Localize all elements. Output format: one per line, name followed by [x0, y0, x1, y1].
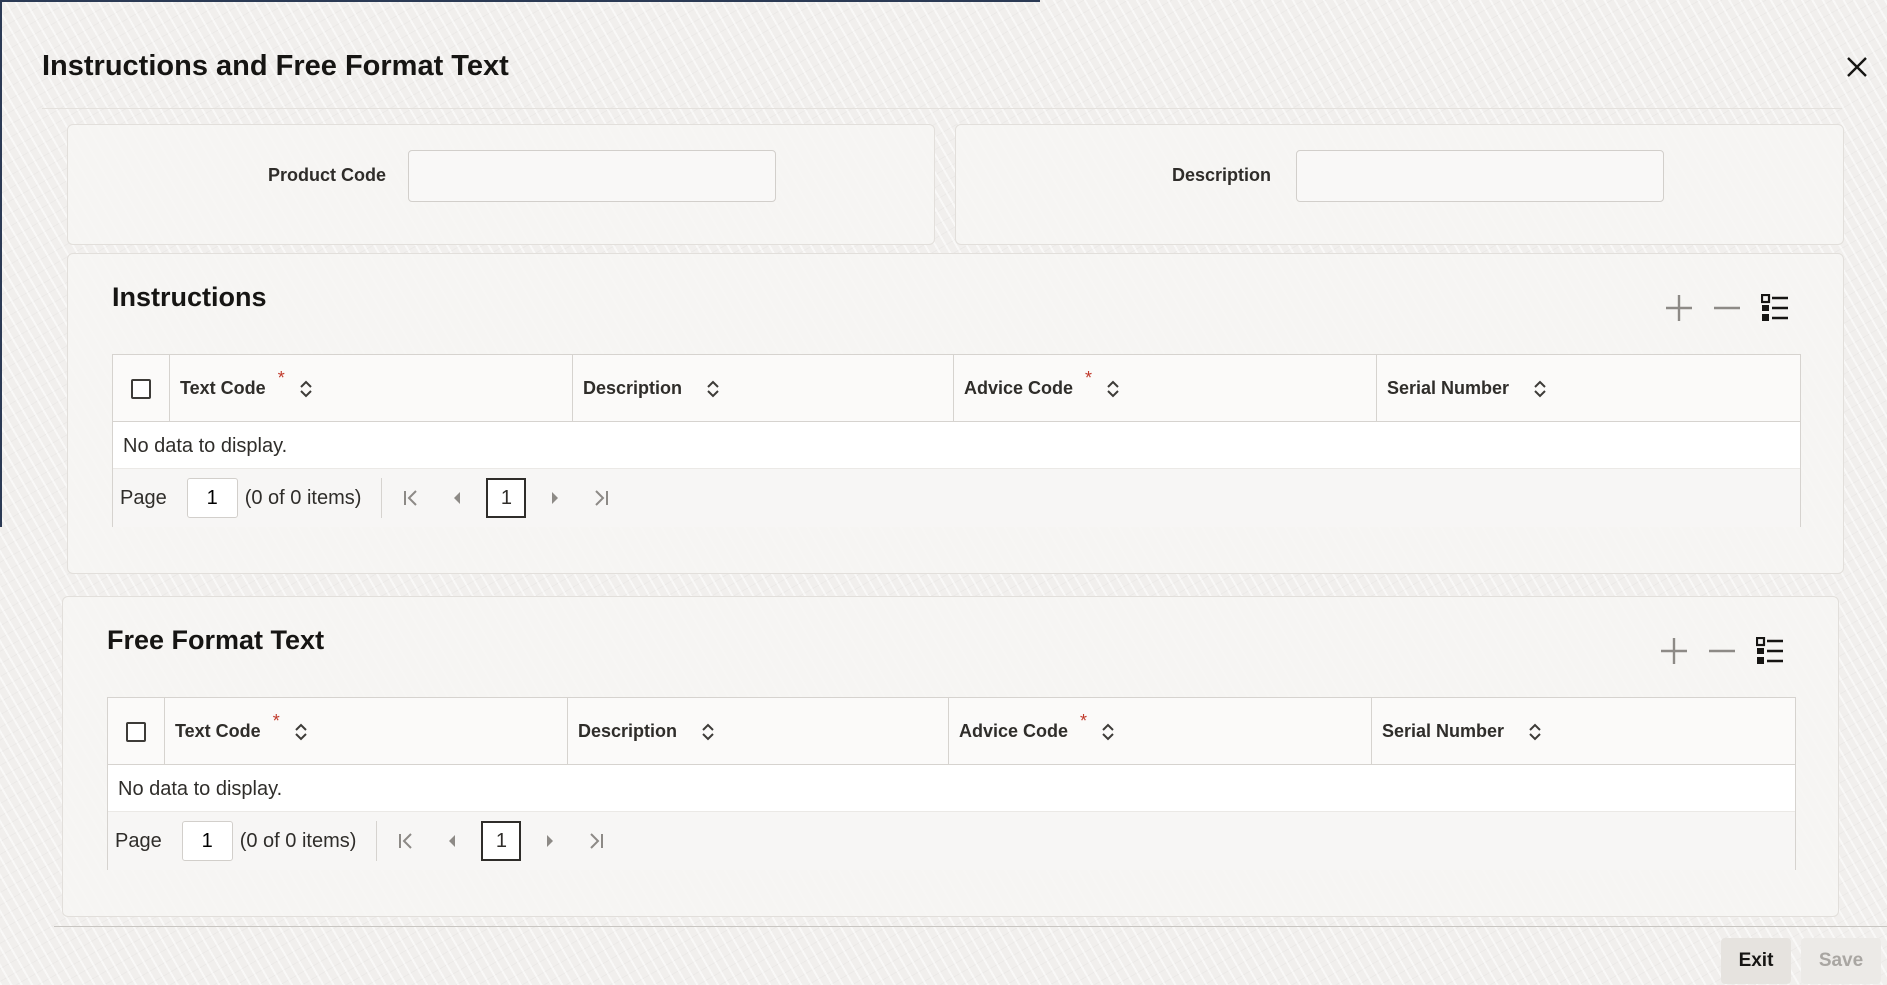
- product-code-panel: Product Code: [67, 124, 935, 245]
- text-code-header: Text Code: [180, 378, 266, 398]
- advice-code-column[interactable]: Advice Code *: [949, 698, 1372, 765]
- free-format-text-delete-button[interactable]: [1708, 637, 1736, 665]
- free-format-text-title: Free Format Text: [107, 625, 325, 655]
- last-page-button[interactable]: [579, 824, 613, 858]
- pager-divider: [381, 478, 383, 518]
- required-marker: *: [272, 711, 280, 731]
- next-page-icon: [547, 835, 554, 847]
- text-code-header: Text Code: [175, 721, 261, 741]
- product-code-label: Product Code: [268, 165, 387, 185]
- minus-icon: [1714, 306, 1740, 310]
- description-header: Description: [578, 721, 678, 741]
- serial-number-header: Serial Number: [1387, 378, 1510, 398]
- next-page-button[interactable]: [533, 824, 567, 858]
- empty-message: No data to display.: [123, 435, 288, 457]
- serial-number-column[interactable]: Serial Number: [1372, 698, 1795, 765]
- select-all-column: [108, 698, 165, 765]
- serial-number-header: Serial Number: [1382, 721, 1505, 741]
- free-format-text-pagination: Page (0 of 0 items) 1: [108, 811, 1795, 870]
- required-marker: *: [277, 368, 285, 388]
- minus-icon: [1709, 649, 1735, 653]
- sort-icon[interactable]: [1528, 723, 1542, 741]
- previous-page-icon: [454, 492, 461, 504]
- description-panel: Description: [955, 124, 1844, 245]
- sort-icon[interactable]: [1101, 723, 1115, 741]
- product-code-input[interactable]: [408, 150, 776, 202]
- previous-page-icon: [449, 835, 456, 847]
- exit-button[interactable]: Exit: [1721, 938, 1791, 984]
- next-page-button[interactable]: [538, 481, 572, 515]
- first-page-button[interactable]: [389, 824, 423, 858]
- instructions-pagination: Page (0 of 0 items) 1: [113, 468, 1800, 527]
- free-format-text-columns-button[interactable]: [1756, 637, 1784, 665]
- first-page-button[interactable]: [394, 481, 428, 515]
- free-format-text-panel: Free Format Text Text Code * Description…: [62, 596, 1839, 917]
- last-page-button[interactable]: [584, 481, 618, 515]
- instructions-table-header: Text Code * Description Advice Code * Se…: [113, 355, 1800, 422]
- footer-divider: [54, 926, 1887, 927]
- window-left-edge: [0, 0, 2, 527]
- plus-icon: [1666, 295, 1692, 321]
- instructions-columns-button[interactable]: [1761, 294, 1789, 322]
- select-all-column: [113, 355, 170, 422]
- sort-icon[interactable]: [299, 380, 313, 398]
- dialog-title: Instructions and Free Format Text: [42, 50, 509, 82]
- description-label: Description: [1172, 165, 1272, 185]
- page-number-input[interactable]: [181, 821, 233, 861]
- free-format-text-select-all-checkbox[interactable]: [126, 721, 146, 742]
- current-page-button[interactable]: 1: [481, 821, 522, 861]
- free-format-text-table: Text Code * Description Advice Code * Se…: [107, 697, 1796, 870]
- next-page-icon: [552, 492, 559, 504]
- first-page-icon: [404, 490, 418, 506]
- current-page-button[interactable]: 1: [486, 478, 527, 518]
- description-column[interactable]: Description: [568, 698, 949, 765]
- plus-icon: [1661, 638, 1687, 664]
- instructions-panel: Instructions Text Code * Description Adv…: [67, 253, 1844, 574]
- page-number-input[interactable]: [186, 478, 238, 518]
- sort-icon[interactable]: [1106, 380, 1120, 398]
- free-format-text-table-header: Text Code * Description Advice Code * Se…: [108, 698, 1795, 765]
- pager-divider: [376, 821, 378, 861]
- required-marker: *: [1080, 711, 1088, 731]
- sort-icon[interactable]: [1533, 380, 1547, 398]
- instructions-add-button[interactable]: [1665, 294, 1693, 322]
- empty-message: No data to display.: [118, 778, 283, 800]
- description-header: Description: [583, 378, 683, 398]
- last-page-icon: [595, 490, 609, 506]
- window-top-edge: [0, 0, 1040, 2]
- page-label: Page: [115, 829, 162, 852]
- close-icon: [1847, 57, 1867, 77]
- description-input[interactable]: [1296, 150, 1664, 202]
- save-button[interactable]: Save: [1801, 938, 1881, 984]
- free-format-text-add-button[interactable]: [1660, 637, 1688, 665]
- items-count: (0 of 0 items): [239, 829, 357, 852]
- sort-icon[interactable]: [701, 723, 715, 741]
- serial-number-column[interactable]: Serial Number: [1377, 355, 1800, 422]
- sort-icon[interactable]: [294, 723, 308, 741]
- previous-page-button[interactable]: [435, 824, 469, 858]
- page-label: Page: [120, 486, 167, 509]
- previous-page-button[interactable]: [440, 481, 474, 515]
- advice-code-header: Advice Code: [959, 721, 1069, 741]
- instructions-toolbar: [1665, 294, 1789, 322]
- advice-code-column[interactable]: Advice Code *: [954, 355, 1377, 422]
- free-format-text-toolbar: [1660, 637, 1784, 665]
- column-list-icon: [1756, 637, 1783, 664]
- instructions-select-all-checkbox[interactable]: [131, 378, 151, 399]
- description-column[interactable]: Description: [573, 355, 954, 422]
- column-list-icon: [1761, 294, 1788, 321]
- advice-code-header: Advice Code: [964, 378, 1074, 398]
- instructions-table: Text Code * Description Advice Code * Se…: [112, 354, 1801, 527]
- items-count: (0 of 0 items): [244, 486, 362, 509]
- last-page-icon: [590, 833, 604, 849]
- instructions-delete-button[interactable]: [1713, 294, 1741, 322]
- first-page-icon: [399, 833, 413, 849]
- close-button[interactable]: [1840, 50, 1874, 84]
- instructions-title: Instructions: [112, 282, 267, 312]
- title-divider: [42, 108, 1842, 109]
- text-code-column[interactable]: Text Code *: [165, 698, 568, 765]
- sort-icon[interactable]: [706, 380, 720, 398]
- required-marker: *: [1085, 368, 1093, 388]
- text-code-column[interactable]: Text Code *: [170, 355, 573, 422]
